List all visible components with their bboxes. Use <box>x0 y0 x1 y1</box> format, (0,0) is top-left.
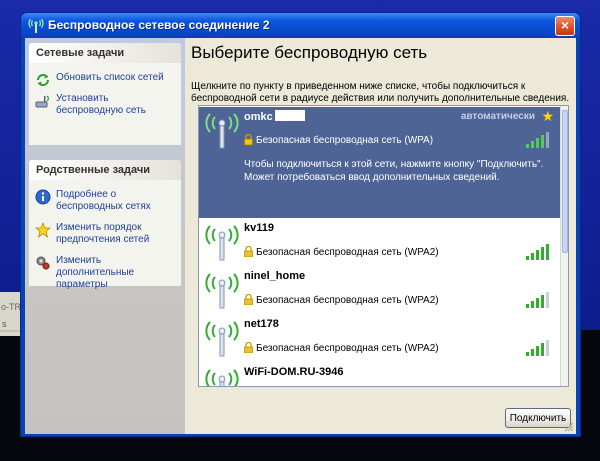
auto-connect-status: автоматически <box>460 111 535 122</box>
network-security: Безопасная беспроводная сеть (WPA) <box>244 134 433 146</box>
refresh-icon <box>37 74 49 86</box>
lock-icon <box>244 342 253 353</box>
page-description: Щелкните по пункту в приведенном ниже сп… <box>191 81 570 104</box>
setup-wireless-network-link[interactable]: Установить беспроводную сеть <box>35 93 175 117</box>
change-preferred-order-label: Изменить порядок предпочтения сетей <box>56 222 150 245</box>
network-security: Безопасная беспроводная сеть (WPA2) <box>244 246 439 258</box>
refresh-network-list-label: Обновить список сетей <box>56 72 164 83</box>
main-content: Выберите беспроводную сеть Щелкните по п… <box>189 38 576 434</box>
window-title: Беспроводное сетевое соединение 2 <box>48 18 270 32</box>
page-title: Выберите беспроводную сеть <box>191 43 428 62</box>
window-client-area: Сетевые задачи Обновить список сетей Уст… <box>25 38 576 434</box>
wireless-help-link[interactable]: Подробнее о беспроводных сетях <box>35 189 175 213</box>
info-icon <box>35 189 51 205</box>
network-ssid: WiFi-DOM.RU-3946 <box>244 366 344 378</box>
setup-wireless-icon <box>35 95 49 108</box>
settings-icon <box>36 256 50 270</box>
network-ssid: ninel_home <box>244 270 306 282</box>
network-ssid: net178 <box>244 318 279 330</box>
network-tasks-title: Сетевые задачи <box>29 43 181 63</box>
network-ssid: kv119 <box>244 222 274 234</box>
scrollbar-thumb[interactable] <box>562 110 568 253</box>
signal-strength-icon <box>526 292 549 308</box>
connect-button[interactable]: Подключить <box>505 408 571 428</box>
network-ssid: omkc <box>244 110 305 123</box>
signal-strength-icon <box>526 340 549 356</box>
network-item-omkc[interactable]: omkc автоматически ★ Безопасная беспрово… <box>199 107 561 218</box>
setup-wireless-network-label: Установить беспроводную сеть <box>56 93 146 116</box>
lock-icon <box>244 294 253 305</box>
star-icon <box>35 222 51 238</box>
network-security: Безопасная беспроводная сеть (WPA2) <box>244 342 439 354</box>
network-item-net178[interactable]: net178 Безопасная беспроводная сеть (WPA… <box>199 315 561 363</box>
resize-grip-icon[interactable] <box>564 422 574 432</box>
network-list-scrollbar[interactable] <box>560 106 568 386</box>
wireless-icon <box>28 18 44 33</box>
network-item-ninel-home[interactable]: ninel_home Безопасная беспроводная сеть … <box>199 267 561 315</box>
wireless-antenna-icon <box>205 113 239 149</box>
signal-strength-icon <box>526 132 549 148</box>
task-sidebar: Сетевые задачи Обновить список сетей Уст… <box>25 38 185 434</box>
network-item-kv119[interactable]: kv119 Безопасная беспроводная сеть (WPA2… <box>199 219 561 267</box>
network-item-wifi-dom[interactable]: WiFi-DOM.RU-3946 <box>199 363 561 386</box>
change-preferred-order-link[interactable]: Изменить порядок предпочтения сетей <box>35 222 175 246</box>
related-tasks-title: Родственные задачи <box>29 160 181 180</box>
related-tasks-panel: Родственные задачи Подробнее о беспровод… <box>29 160 181 290</box>
lock-icon <box>244 134 253 145</box>
wireless-antenna-icon <box>205 369 239 386</box>
wireless-antenna-icon <box>205 321 239 357</box>
advanced-settings-label: Изменить дополнительные параметры <box>56 255 135 290</box>
wireless-connection-window: Беспроводное сетевое соединение 2 × Сете… <box>20 12 581 437</box>
signal-strength-icon <box>526 244 549 260</box>
refresh-network-list-link[interactable]: Обновить список сетей <box>35 72 175 86</box>
lock-icon <box>244 246 253 257</box>
preferred-star-icon: ★ <box>541 108 554 124</box>
wireless-antenna-icon <box>205 273 239 309</box>
network-tasks-panel: Сетевые задачи Обновить список сетей Уст… <box>29 43 181 145</box>
wireless-antenna-icon <box>205 225 239 261</box>
close-button[interactable]: × <box>555 16 575 36</box>
network-security: Безопасная беспроводная сеть (WPA2) <box>244 294 439 306</box>
network-list[interactable]: omkc автоматически ★ Безопасная беспрово… <box>198 105 569 387</box>
advanced-settings-link[interactable]: Изменить дополнительные параметры <box>35 255 175 291</box>
background-window-text-2: s <box>2 319 7 329</box>
background-window-text: o-TR <box>1 302 21 312</box>
wireless-help-label: Подробнее о беспроводных сетях <box>56 189 151 212</box>
title-bar[interactable]: Беспроводное сетевое соединение 2 × <box>21 13 580 38</box>
connection-hint: Чтобы подключиться к этой сети, нажмите … <box>244 159 544 183</box>
